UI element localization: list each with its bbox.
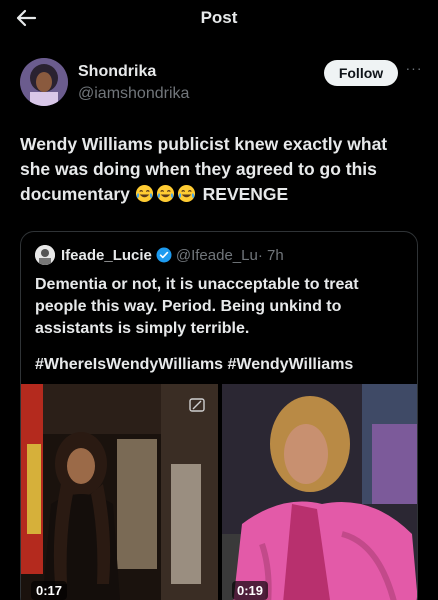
follow-button[interactable]: Follow bbox=[324, 60, 398, 86]
author-names: Shondrika @iamshondrika bbox=[78, 63, 189, 103]
quote-header: Ifeade_Lucie @Ifeade_Lu · 7h bbox=[35, 244, 284, 266]
face-with-tears-of-joy-icon bbox=[156, 184, 174, 203]
top-bar: Post bbox=[0, 0, 438, 40]
video-duration: 0:19 bbox=[232, 581, 269, 600]
author-handle[interactable]: @iamshondrika bbox=[78, 85, 189, 103]
tweet-text: Wendy Williams publicist knew exactly wh… bbox=[20, 132, 420, 207]
video-thumbnail-1[interactable]: 0:17 bbox=[21, 384, 218, 600]
video-frame-1 bbox=[21, 384, 218, 600]
quote-time: · 7h bbox=[257, 246, 284, 264]
face-with-tears-of-joy-icon bbox=[135, 184, 153, 203]
quote-display-name[interactable]: Ifeade_Lucie bbox=[61, 247, 152, 264]
quote-hashtags[interactable]: #WhereIsWendyWilliams #WendyWilliams bbox=[35, 354, 353, 376]
author-display-name[interactable]: Shondrika bbox=[78, 63, 189, 81]
verified-badge-icon bbox=[156, 247, 172, 263]
quote-handle[interactable]: @Ifeade_Lu bbox=[176, 247, 258, 264]
avatar[interactable] bbox=[20, 58, 68, 106]
video-duration: 0:17 bbox=[31, 581, 68, 600]
tweet-tail: REVENGE bbox=[202, 184, 289, 204]
author-row: Shondrika @iamshondrika Follow ··· bbox=[20, 58, 422, 110]
face-with-tears-of-joy-icon bbox=[177, 184, 195, 203]
video-thumbnail-2[interactable]: 0:19 bbox=[222, 384, 417, 600]
quote-avatar[interactable] bbox=[35, 245, 55, 265]
quote-text: Dementia or not, it is unacceptable to t… bbox=[35, 276, 359, 337]
page-title: Post bbox=[200, 8, 238, 27]
video-options-icon[interactable] bbox=[188, 396, 206, 414]
video-frame-2 bbox=[222, 384, 417, 600]
quoted-tweet[interactable]: Ifeade_Lucie @Ifeade_Lu · 7h Dementia or… bbox=[20, 231, 418, 600]
more-options-icon[interactable]: ··· bbox=[402, 60, 426, 84]
